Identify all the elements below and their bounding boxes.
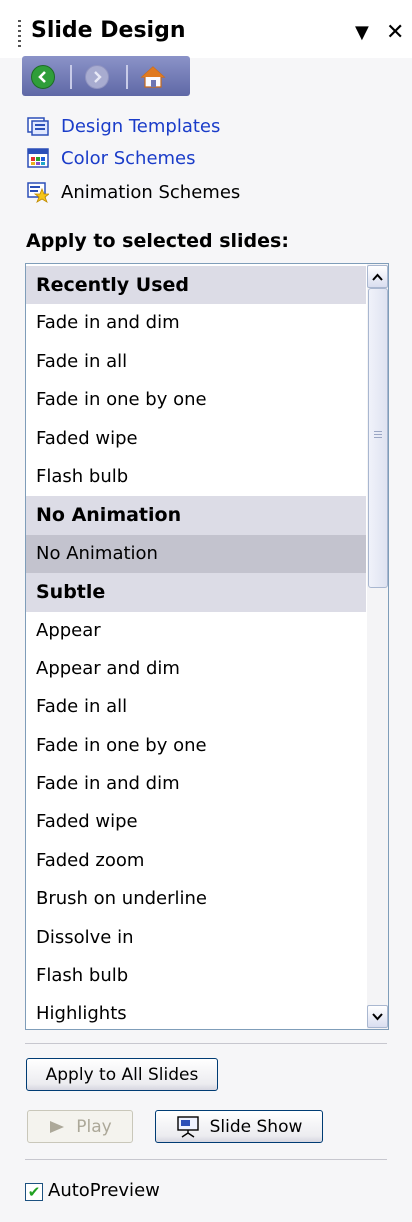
list-item[interactable]: No Animation bbox=[26, 534, 366, 574]
color-schemes-link[interactable]: Color Schemes bbox=[27, 145, 196, 171]
scroll-up-button[interactable] bbox=[367, 265, 388, 288]
list-item[interactable]: Fade in and dim bbox=[26, 304, 366, 342]
task-pane-header: Slide Design ▼ ✕ bbox=[0, 0, 412, 58]
play-label: Play bbox=[76, 1116, 112, 1137]
slide-design-task-pane: Slide Design ▼ ✕ Design Templates Color … bbox=[0, 0, 412, 1222]
list-group-header: No Animation bbox=[26, 496, 366, 535]
play-button[interactable]: Play bbox=[27, 1110, 133, 1143]
home-button[interactable] bbox=[140, 64, 166, 90]
forward-arrow-icon bbox=[85, 65, 109, 89]
list-item[interactable]: Highlights bbox=[26, 995, 366, 1029]
animation-scheme-listbox[interactable]: Recently Used Fade in and dim Fade in all F… bbox=[25, 263, 389, 1030]
task-pane-nav-bar bbox=[22, 56, 190, 96]
design-templates-link[interactable]: Design Templates bbox=[27, 113, 220, 139]
list-item[interactable]: Faded wipe bbox=[26, 803, 366, 841]
list-group-header: Recently Used bbox=[26, 266, 366, 305]
forward-button[interactable] bbox=[84, 64, 110, 90]
list-item[interactable]: Fade in one by one bbox=[26, 381, 366, 419]
list-item[interactable]: Fade in all bbox=[26, 343, 366, 381]
list-item[interactable]: Faded zoom bbox=[26, 842, 366, 880]
animation-schemes-icon bbox=[27, 181, 51, 203]
drag-grip-icon[interactable] bbox=[18, 20, 21, 50]
list-item[interactable]: Fade in all bbox=[26, 688, 366, 726]
scroll-down-button[interactable] bbox=[367, 1005, 388, 1028]
chevron-down-icon bbox=[372, 1012, 383, 1020]
slide-show-label: Slide Show bbox=[209, 1116, 303, 1137]
color-schemes-label: Color Schemes bbox=[61, 147, 196, 169]
autopreview-label: AutoPreview bbox=[48, 1180, 160, 1201]
task-pane-title: Slide Design bbox=[31, 18, 186, 43]
checkmark-icon: ✔ bbox=[27, 1183, 41, 1201]
list-item[interactable]: Fade in and dim bbox=[26, 765, 366, 803]
play-icon bbox=[50, 1120, 65, 1133]
list-item[interactable]: Appear and dim bbox=[26, 650, 366, 688]
list-item[interactable]: Appear bbox=[26, 612, 366, 650]
thumb-grip-icon bbox=[374, 431, 382, 440]
chevron-up-icon bbox=[372, 273, 383, 281]
apply-to-selected-label: Apply to selected slides: bbox=[26, 230, 289, 252]
list-item[interactable]: Dissolve in bbox=[26, 919, 366, 957]
animation-schemes-label: Animation Schemes bbox=[61, 181, 241, 203]
list-item[interactable]: Flash bulb bbox=[26, 458, 366, 496]
list-item[interactable]: Brush on underline bbox=[26, 880, 366, 918]
design-templates-icon bbox=[27, 115, 49, 137]
scroll-thumb[interactable] bbox=[368, 288, 388, 588]
slide-show-button[interactable]: Slide Show bbox=[155, 1110, 323, 1143]
close-icon[interactable]: ✕ bbox=[386, 20, 404, 45]
vertical-scrollbar[interactable] bbox=[367, 264, 388, 1029]
apply-to-all-slides-button[interactable]: Apply to All Slides bbox=[26, 1058, 218, 1091]
autopreview-checkbox[interactable]: ✔ bbox=[25, 1183, 43, 1201]
design-templates-label: Design Templates bbox=[61, 115, 221, 137]
slide-show-icon bbox=[176, 1115, 199, 1138]
back-button[interactable] bbox=[30, 64, 56, 90]
list-group-header: Subtle bbox=[26, 573, 366, 612]
animation-scheme-list: Recently Used Fade in and dim Fade in all F… bbox=[26, 266, 366, 1029]
back-arrow-icon bbox=[31, 65, 55, 89]
list-item[interactable]: Flash bulb bbox=[26, 957, 366, 995]
list-item[interactable]: Faded wipe bbox=[26, 420, 366, 458]
dropdown-arrow-icon[interactable]: ▼ bbox=[355, 22, 369, 43]
color-schemes-icon bbox=[27, 147, 49, 169]
home-icon bbox=[140, 66, 166, 88]
animation-schemes-link[interactable]: Animation Schemes bbox=[27, 179, 240, 205]
list-item[interactable]: Fade in one by one bbox=[26, 727, 366, 765]
divider bbox=[25, 1043, 387, 1044]
